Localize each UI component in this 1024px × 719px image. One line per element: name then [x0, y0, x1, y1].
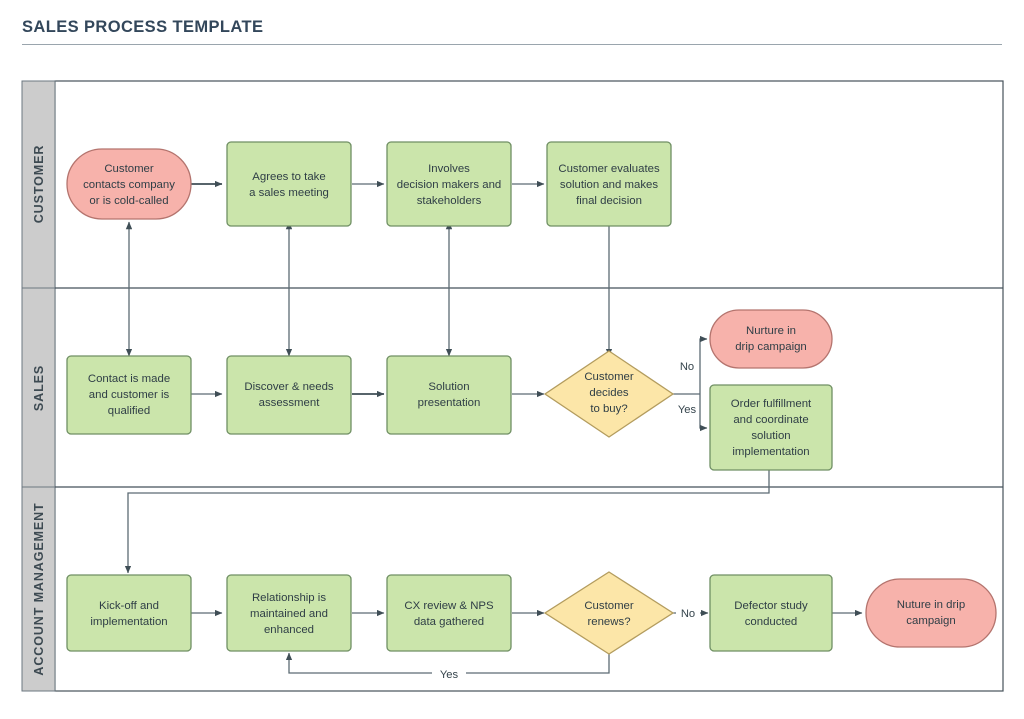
lane-label-customer: CUSTOMER: [32, 145, 46, 224]
flowchart-page: SALES PROCESS TEMPLATE CUSTOMER SALES AC…: [0, 0, 1024, 719]
node-shape[interactable]: [386, 574, 512, 652]
node-label-line-2: contacts company: [83, 179, 175, 191]
node-label-line-1: Order fulfillment: [731, 398, 812, 410]
node-label-line-1: Customer: [104, 163, 154, 175]
edge-label-decision-no: No: [680, 361, 694, 373]
node-label-line-1: Customer evaluates: [558, 163, 660, 175]
node-label-line-1: Involves: [428, 163, 470, 175]
node-label-line-1: Defector study: [734, 600, 808, 612]
node-label-line-3: final decision: [576, 195, 642, 207]
node-label-line-3: enhanced: [264, 624, 314, 636]
node-customer-evaluates[interactable]: Customer evaluates solution and makes fi…: [546, 141, 672, 227]
node-relationship[interactable]: Relationship is maintained and enhanced: [226, 574, 352, 652]
node-label-line-3: qualified: [108, 405, 150, 417]
node-defector-study[interactable]: Defector study conducted: [709, 574, 833, 652]
lane-label-sales: SALES: [32, 365, 46, 411]
node-agrees-meeting[interactable]: Agrees to take a sales meeting: [226, 141, 352, 227]
flowchart-canvas: CUSTOMER SALES ACCOUNT MANAGEMENT Custom…: [0, 0, 1024, 719]
node-shape[interactable]: [66, 574, 192, 652]
pool-frame: [54, 80, 1004, 692]
node-customer-contacts[interactable]: Customer contacts company or is cold-cal…: [66, 148, 192, 220]
node-label-line-1: Discover & needs: [244, 381, 334, 393]
node-nurture-drip-sales[interactable]: Nurture in drip campaign: [709, 309, 833, 369]
node-label-line-3: to buy?: [590, 403, 627, 415]
node-label-line-2: maintained and: [250, 608, 328, 620]
edge-label-renews-yes: Yes: [440, 669, 459, 681]
node-label-line-2: campaign: [906, 615, 955, 627]
edge-label-renews-no: No: [681, 608, 695, 620]
node-label-line-2: and customer is: [89, 389, 170, 401]
node-label-line-1: Customer: [584, 371, 634, 383]
node-shape[interactable]: [865, 578, 997, 648]
node-label-line-1: Nuture in drip: [897, 599, 965, 611]
node-label-line-2: decision makers and: [397, 179, 501, 191]
node-kickoff[interactable]: Kick-off and implementation: [66, 574, 192, 652]
node-label-line-3: stakeholders: [417, 195, 482, 207]
node-label-line-1: Solution: [428, 381, 469, 393]
lane-label-account-management: ACCOUNT MANAGEMENT: [32, 502, 46, 675]
node-cx-review[interactable]: CX review & NPS data gathered: [386, 574, 512, 652]
node-label-line-2: a sales meeting: [249, 187, 329, 199]
node-label-line-1: Agrees to take: [252, 171, 325, 183]
node-label-line-2: assessment: [259, 397, 321, 409]
node-shape[interactable]: [226, 355, 352, 435]
node-solution-presentation[interactable]: Solution presentation: [386, 355, 512, 435]
node-label-line-1: Relationship is: [252, 592, 326, 604]
node-label-line-2: implementation: [90, 616, 167, 628]
edge-label-decision-yes: Yes: [678, 404, 697, 416]
node-discover-needs[interactable]: Discover & needs assessment: [226, 355, 352, 435]
node-label-line-2: conducted: [745, 616, 798, 628]
node-shape[interactable]: [226, 141, 352, 227]
node-label-line-1: CX review & NPS: [404, 600, 494, 612]
node-involves-stakeholders[interactable]: Involves decision makers and stakeholder…: [386, 141, 512, 227]
node-label-line-1: Nurture in: [746, 325, 796, 337]
node-label-line-3: solution: [751, 430, 790, 442]
node-label-line-1: Customer: [584, 600, 634, 612]
node-shape[interactable]: [709, 574, 833, 652]
node-label-line-2: presentation: [418, 397, 481, 409]
node-label-line-2: solution and makes: [560, 179, 658, 191]
node-label-line-2: decides: [589, 387, 629, 399]
node-label-line-2: and coordinate: [733, 414, 808, 426]
node-contact-made[interactable]: Contact is made and customer is qualifie…: [66, 355, 192, 435]
node-shape[interactable]: [386, 355, 512, 435]
node-label-line-1: Contact is made: [88, 373, 170, 385]
node-order-fulfillment[interactable]: Order fulfillment and coordinate solutio…: [709, 384, 833, 471]
node-label-line-2: renews?: [587, 616, 630, 628]
node-nuture-drip-account[interactable]: Nuture in drip campaign: [865, 578, 997, 648]
node-shape[interactable]: [709, 309, 833, 369]
node-label-line-3: or is cold-called: [89, 195, 168, 207]
flowchart-svg: CUSTOMER SALES ACCOUNT MANAGEMENT Custom…: [21, 80, 1004, 692]
node-label-line-1: Kick-off and: [99, 600, 159, 612]
node-label-line-2: drip campaign: [735, 341, 807, 353]
node-label-line-2: data gathered: [414, 616, 484, 628]
node-label-line-4: implementation: [732, 446, 809, 458]
